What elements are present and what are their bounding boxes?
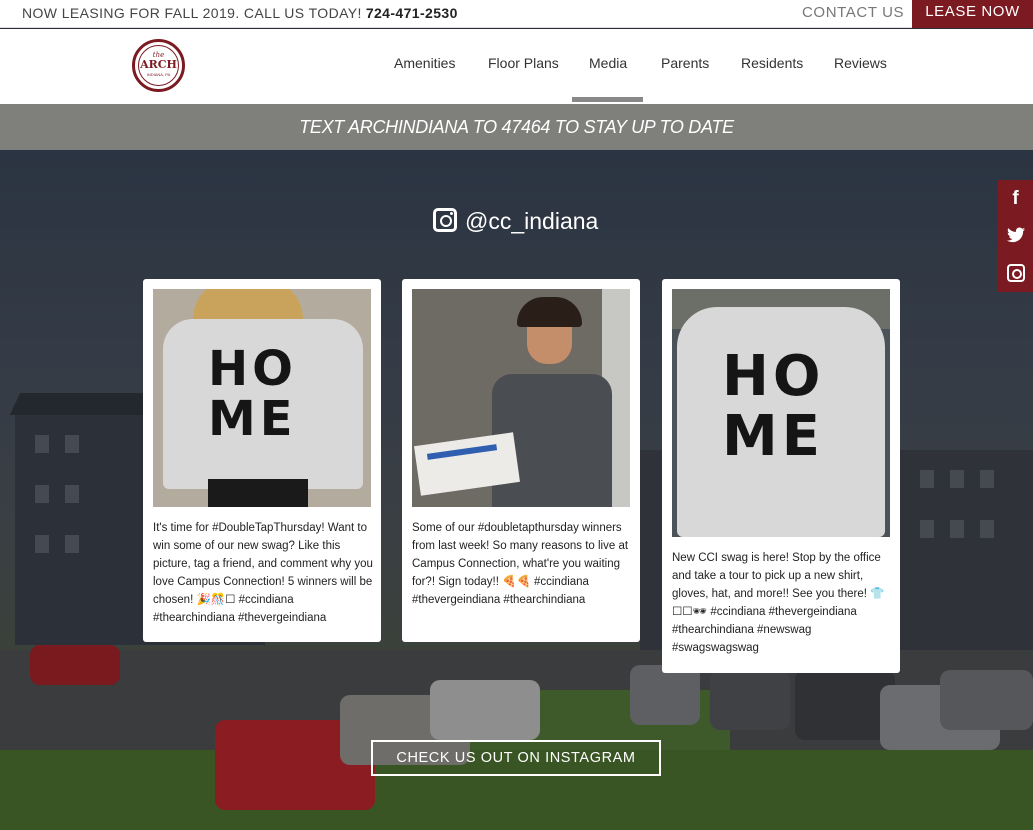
- banner-text: TEXT ARCHINDIANA TO 47464 TO STAY UP TO …: [299, 117, 734, 137]
- post-photo-woman-pizza[interactable]: [412, 289, 630, 507]
- arch-logo[interactable]: the ARCH INDIANA, PA: [132, 39, 185, 92]
- shirt-text-bottom: ME: [722, 404, 824, 469]
- instagram-icon: [433, 208, 457, 232]
- announcement-text: NOW LEASING FOR FALL 2019. CALL US TODAY…: [22, 5, 362, 21]
- post-photo-man-home-sweatshirt[interactable]: HO ME: [672, 289, 890, 537]
- instagram-handle[interactable]: @cc_indiana: [433, 208, 598, 236]
- building-window: [65, 535, 79, 553]
- nav-amenities[interactable]: Amenities: [394, 55, 455, 71]
- building-window: [35, 535, 49, 553]
- site-header: the ARCH INDIANA, PA Amenities Floor Pla…: [0, 29, 1033, 104]
- lease-now-button[interactable]: LEASE NOW: [912, 0, 1033, 28]
- logo-place: INDIANA, PA: [146, 72, 171, 77]
- building-window: [920, 470, 934, 488]
- instagram-icon[interactable]: [998, 255, 1033, 292]
- post-photo-woman-home-sweatshirt[interactable]: HO ME: [153, 289, 371, 507]
- photo-hair: [517, 297, 582, 327]
- building-window: [35, 485, 49, 503]
- shirt-text-bottom: ME: [208, 391, 297, 447]
- building-window: [35, 435, 49, 453]
- background-car: [430, 680, 540, 740]
- nav-floor-plans[interactable]: Floor Plans: [488, 55, 559, 71]
- background-car: [30, 645, 120, 685]
- nav-active-indicator: [572, 97, 643, 102]
- building-window: [950, 470, 964, 488]
- post-caption: New CCI swag is here! Stop by the office…: [672, 552, 885, 654]
- building-window: [950, 520, 964, 538]
- photo-pants: [208, 479, 308, 507]
- contact-us-link[interactable]: CONTACT US: [802, 4, 904, 21]
- instagram-post-card[interactable]: HO ME It's time for #DoubleTapThursday! …: [143, 279, 381, 642]
- building-window: [65, 435, 79, 453]
- social-sidebar: f: [998, 180, 1033, 292]
- twitter-icon[interactable]: [998, 217, 1033, 254]
- building-window: [980, 520, 994, 538]
- nav-residents[interactable]: Residents: [741, 55, 803, 71]
- nav-reviews[interactable]: Reviews: [834, 55, 887, 71]
- leasing-announcement: NOW LEASING FOR FALL 2019. CALL US TODAY…: [22, 5, 458, 21]
- phone-number[interactable]: 724-471-2530: [366, 5, 458, 21]
- building-window: [980, 470, 994, 488]
- instagram-post-card[interactable]: HO ME New CCI swag is here! Stop by the …: [662, 279, 900, 673]
- top-announcement-bar: NOW LEASING FOR FALL 2019. CALL US TODAY…: [0, 0, 1033, 28]
- handle-text: @cc_indiana: [465, 208, 599, 234]
- facebook-icon[interactable]: f: [998, 180, 1033, 217]
- building-window: [920, 520, 934, 538]
- text-alert-banner: TEXT ARCHINDIANA TO 47464 TO STAY UP TO …: [0, 104, 1033, 150]
- instagram-glyph: [1006, 264, 1025, 282]
- twitter-bird-glyph: [1006, 227, 1025, 243]
- background-car: [940, 670, 1033, 730]
- building-window: [65, 485, 79, 503]
- shirt-text-top: HO: [722, 344, 825, 409]
- nav-media[interactable]: Media: [589, 55, 627, 71]
- post-caption: It's time for #DoubleTapThursday! Want t…: [153, 522, 373, 624]
- shirt-text-top: HO: [208, 341, 297, 397]
- instagram-cta-button[interactable]: CHECK US OUT ON INSTAGRAM: [371, 740, 661, 776]
- instagram-post-card[interactable]: Some of our #doubletapthursday winners f…: [402, 279, 640, 642]
- background-car: [710, 670, 790, 730]
- nav-parents[interactable]: Parents: [661, 55, 709, 71]
- logo-name: ARCH: [140, 58, 177, 71]
- background-car: [630, 665, 700, 725]
- post-caption: Some of our #doubletapthursday winners f…: [412, 522, 629, 606]
- instagram-section: @cc_indiana HO ME It's time for #DoubleT…: [0, 150, 1033, 830]
